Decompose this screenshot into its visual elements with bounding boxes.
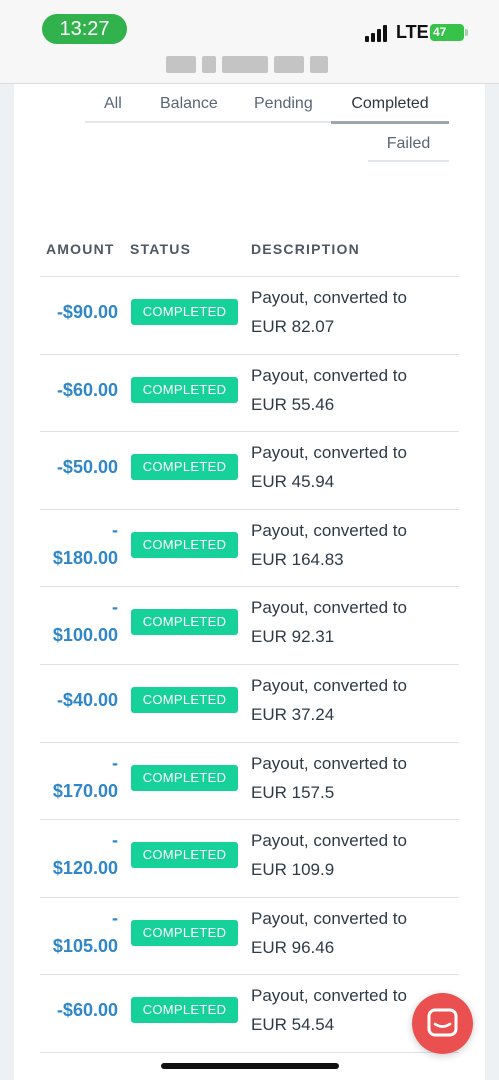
table-row[interactable]: - $100.00 COMPLETED Payout, converted to… [40,587,459,665]
description-cell: Payout, converted to EUR 45.94 [251,438,451,496]
table-row[interactable]: -$60.00 COMPLETED Payout, converted to E… [40,975,459,1053]
table-row[interactable]: -$50.00 COMPLETED Payout, converted to E… [40,432,459,510]
table-row[interactable]: -$40.00 COMPLETED Payout, converted to E… [40,665,459,743]
description-line: Payout, converted to [251,288,407,307]
table-row[interactable]: -$60.00 COMPLETED Payout, converted to E… [40,355,459,433]
description-amount: EUR 164.83 [251,549,344,569]
url-bar-redacted [166,55,344,73]
description-line: Payout, converted to [251,520,407,540]
description-cell: Payout, converted to EUR 157.5 [251,749,451,807]
status-badge: COMPLETED [131,919,238,946]
amount-cell: - $100.00 [52,597,118,646]
description-line: Payout, converted to [251,753,407,773]
tab-failed[interactable]: Failed [368,126,449,162]
status-badge: COMPLETED [131,376,238,403]
status-badge: COMPLETED [131,764,238,791]
amount-cell: - $180.00 [52,519,118,568]
description-cell: Payout, converted to EUR 96.46 [251,904,451,962]
tab-completed[interactable]: Completed [331,86,449,124]
description-amount: EUR 55.46 [251,394,335,414]
column-header-status: STATUS [130,241,192,257]
chat-bubble-icon [427,1008,458,1037]
status-badge: COMPLETED [131,531,238,558]
description-cell: Payout, converted to EUR 37.24 [251,671,451,729]
description-amount: EUR 109.9 [251,860,335,880]
amount-cell: -$90.00 [56,302,118,322]
description-line: Payout, converted to [251,443,407,463]
status-badge: COMPLETED [131,997,238,1024]
amount-cell: -$50.00 [56,457,118,478]
description-line: Payout, converted to [251,598,407,618]
transactions-table: -$90.00 COMPLETED Payout, converted to E… [40,277,459,1053]
amount-cell: - $170.00 [52,752,118,801]
description-cell: Payout, converted to EUR 109.9 [251,826,451,884]
battery-icon: 47 [430,24,468,41]
cellular-signal-icon [365,24,391,42]
chat-launcher-button[interactable] [412,993,473,1054]
tab-balance[interactable]: Balance [160,95,218,121]
network-label: LTE [396,22,429,42]
amount-cell: - $105.00 [52,907,118,956]
table-row[interactable]: - $105.00 COMPLETED Payout, converted to… [40,898,459,976]
status-badge: COMPLETED [131,842,238,869]
description-cell: Payout, converted to EUR 164.83 [251,516,451,574]
amount-cell: - $120.00 [52,830,118,879]
description-cell: Payout, converted to EUR 92.31 [251,593,451,651]
description-line: Payout, converted to [251,831,407,851]
description-amount: EUR 37.24 [251,704,335,724]
table-row[interactable]: - $170.00 COMPLETED Payout, converted to… [40,743,459,821]
status-badge: COMPLETED [131,609,238,636]
description-amount: EUR 157.5 [251,782,335,802]
table-row[interactable]: - $120.00 COMPLETED Payout, converted to… [40,820,459,898]
description-amount: EUR 96.46 [251,937,335,957]
description-line: Payout, converted to [251,908,407,928]
status-badge: COMPLETED [131,299,238,325]
status-time: 13:27 [42,14,127,44]
amount-cell: -$60.00 [56,379,118,400]
description-cell: Payout, converted to EUR 55.46 [251,361,451,419]
table-row[interactable]: -$90.00 COMPLETED Payout, converted to E… [40,277,459,355]
description-line: Payout, converted to [251,365,407,385]
column-header-description: DESCRIPTION [251,241,360,257]
status-badge: COMPLETED [131,454,238,481]
battery-level: 47 [433,25,447,39]
tab-pending[interactable]: Pending [254,95,313,121]
home-indicator [161,1063,339,1069]
description-line: Payout, converted to [251,675,407,695]
description-amount: EUR 45.94 [251,472,335,492]
description-cell: Payout, converted to EUR 82.07 [251,283,451,341]
table-row[interactable]: - $180.00 COMPLETED Payout, converted to… [40,510,459,588]
description-amount: EUR 82.07 [251,317,335,336]
amount-cell: -$60.00 [56,1000,118,1021]
tab-all[interactable]: All [104,95,122,121]
amount-cell: -$40.00 [56,689,118,710]
column-header-amount: AMOUNT [46,241,115,257]
status-bar: 13:27 LTE 47 [0,0,499,84]
status-badge: COMPLETED [131,686,238,713]
description-amount: EUR 92.31 [251,627,335,647]
